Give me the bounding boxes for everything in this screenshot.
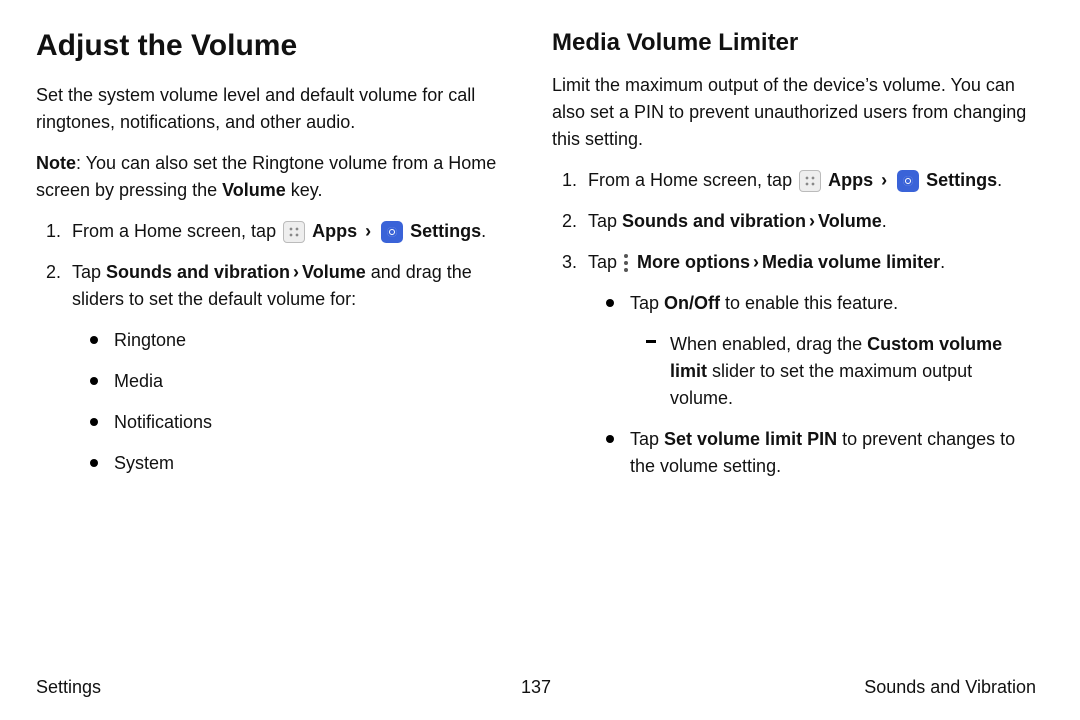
d1a: When enabled, drag the xyxy=(670,334,867,354)
step-2-left: Tap Sounds and vibration›Volume and drag… xyxy=(66,259,520,477)
note-label: Note xyxy=(36,153,76,173)
note-text-b: key. xyxy=(286,180,323,200)
step1-period: . xyxy=(481,221,486,241)
list-item: Tap On/Off to enable this feature. When … xyxy=(606,290,1036,412)
document-page: Adjust the Volume Set the system volume … xyxy=(0,0,1080,720)
intro-left: Set the system volume level and default … xyxy=(36,82,520,136)
note-bold: Volume xyxy=(222,180,286,200)
list-item: Media xyxy=(90,368,520,395)
apps-label-r: Apps xyxy=(828,170,873,190)
chevron-icon: › xyxy=(293,262,299,282)
b1b: On/Off xyxy=(664,293,720,313)
step-3-right: Tap More options›Media volume limiter. T… xyxy=(582,249,1036,480)
more-options-icon xyxy=(624,254,628,272)
step1r-text: From a Home screen, tap xyxy=(588,170,797,190)
gear-icon xyxy=(897,170,919,192)
step2r-sounds: Sounds and vibration xyxy=(622,211,806,231)
step-1-left: From a Home screen, tap Apps › Settings. xyxy=(66,218,520,245)
b2b: Set volume limit PIN xyxy=(664,429,837,449)
step2r-tap: Tap xyxy=(588,211,622,231)
step3r-more: More options xyxy=(637,252,750,272)
note: Note: You can also set the Ringtone volu… xyxy=(36,150,520,204)
step1-text: From a Home screen, tap xyxy=(72,221,281,241)
right-column: Media Volume Limiter Limit the maximum o… xyxy=(552,28,1036,494)
chevron-icon: › xyxy=(753,252,759,272)
list-item: When enabled, drag the Custom volume lim… xyxy=(646,331,1036,412)
dash-list: When enabled, drag the Custom volume lim… xyxy=(630,331,1036,412)
step2r-period: . xyxy=(882,211,887,231)
b1a: Tap xyxy=(630,293,664,313)
step3r-limiter: Media volume limiter xyxy=(762,252,940,272)
list-item: Notifications xyxy=(90,409,520,436)
d1c: slider to set the maximum output volume. xyxy=(670,361,972,408)
step-2-right: Tap Sounds and vibration›Volume. xyxy=(582,208,1036,235)
b1c: to enable this feature. xyxy=(720,293,898,313)
step3r-period: . xyxy=(940,252,945,272)
heading-adjust-volume: Adjust the Volume xyxy=(36,28,520,64)
step3-sublist: Tap On/Off to enable this feature. When … xyxy=(588,290,1036,480)
step3r-tap: Tap xyxy=(588,252,622,272)
chevron-icon: › xyxy=(881,170,887,190)
step2r-volume: Volume xyxy=(818,211,882,231)
b2a: Tap xyxy=(630,429,664,449)
page-number: 137 xyxy=(36,677,1036,698)
left-column: Adjust the Volume Set the system volume … xyxy=(36,28,520,494)
step-1-right: From a Home screen, tap Apps › Settings. xyxy=(582,167,1036,194)
gear-icon xyxy=(381,221,403,243)
settings-label: Settings xyxy=(410,221,481,241)
step1r-period: . xyxy=(997,170,1002,190)
list-item: System xyxy=(90,450,520,477)
chevron-icon: › xyxy=(365,221,371,241)
apps-icon xyxy=(283,221,305,243)
apps-label: Apps xyxy=(312,221,357,241)
settings-label-r: Settings xyxy=(926,170,997,190)
step2-sounds: Sounds and vibration xyxy=(106,262,290,282)
steps-left: From a Home screen, tap Apps › Settings.… xyxy=(36,218,520,477)
heading-media-limiter: Media Volume Limiter xyxy=(552,28,1036,58)
volume-types-list: Ringtone Media Notifications System xyxy=(72,327,520,477)
list-item: Tap Set volume limit PIN to prevent chan… xyxy=(606,426,1036,480)
step2-tap: Tap xyxy=(72,262,106,282)
page-footer: Settings 137 Sounds and Vibration xyxy=(36,677,1036,698)
step2-volume: Volume xyxy=(302,262,366,282)
list-item: Ringtone xyxy=(90,327,520,354)
chevron-icon: › xyxy=(809,211,815,231)
steps-right: From a Home screen, tap Apps › Settings.… xyxy=(552,167,1036,480)
intro-right: Limit the maximum output of the device’s… xyxy=(552,72,1036,153)
apps-icon xyxy=(799,170,821,192)
